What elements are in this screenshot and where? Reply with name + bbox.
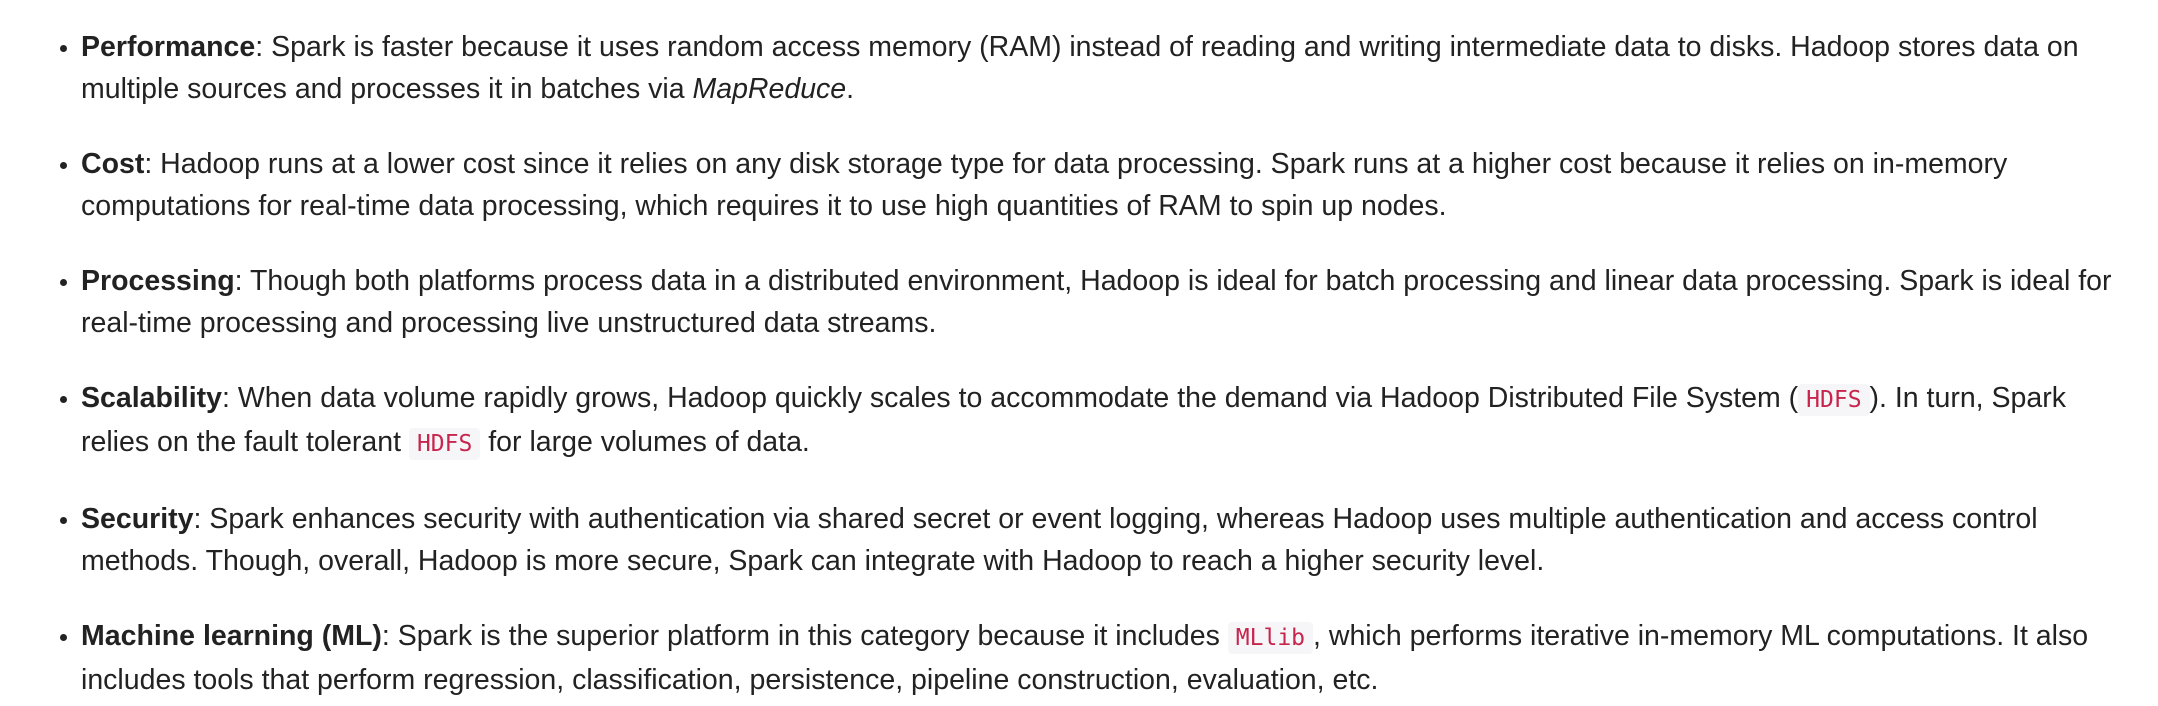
item-text: : Spark enhances security with authentic…	[81, 503, 2038, 577]
item-text: for large volumes of data.	[480, 426, 810, 458]
term-machine-learning: Machine learning (ML)	[81, 620, 382, 652]
list-item-cost: Cost: Hadoop runs at a lower cost since …	[81, 143, 2128, 227]
item-text: : Spark is faster because it uses random…	[81, 31, 2079, 105]
emphasis-mapreduce: MapReduce	[692, 73, 847, 105]
list-item-security: Security: Spark enhances security with a…	[81, 498, 2128, 582]
item-text: : Spark is the superior platform in this…	[381, 620, 1228, 652]
comparison-list: Performance: Spark is faster because it …	[0, 26, 2128, 701]
inline-code-mllib: MLlib	[1227, 622, 1314, 654]
term-cost: Cost	[81, 148, 145, 180]
inline-code-hdfs: HDFS	[1798, 384, 1870, 416]
item-text: : Though both platforms process data in …	[81, 265, 2112, 339]
item-text: .	[846, 73, 855, 105]
list-item-performance: Performance: Spark is faster because it …	[81, 26, 2128, 110]
term-scalability: Scalability	[81, 382, 222, 414]
list-item-processing: Processing: Though both platforms proces…	[81, 260, 2128, 344]
list-item-machine-learning: Machine learning (ML): Spark is the supe…	[81, 615, 2128, 701]
item-text: : Hadoop runs at a lower cost since it r…	[81, 148, 2008, 222]
term-performance: Performance	[81, 31, 256, 63]
inline-code-hdfs: HDFS	[408, 428, 481, 460]
term-security: Security	[81, 503, 194, 535]
list-item-scalability: Scalability: When data volume rapidly gr…	[81, 377, 2128, 465]
item-text: : When data volume rapidly grows, Hadoop…	[221, 382, 1799, 414]
article-content: Performance: Spark is faster because it …	[0, 0, 2158, 701]
term-processing: Processing	[81, 265, 235, 297]
